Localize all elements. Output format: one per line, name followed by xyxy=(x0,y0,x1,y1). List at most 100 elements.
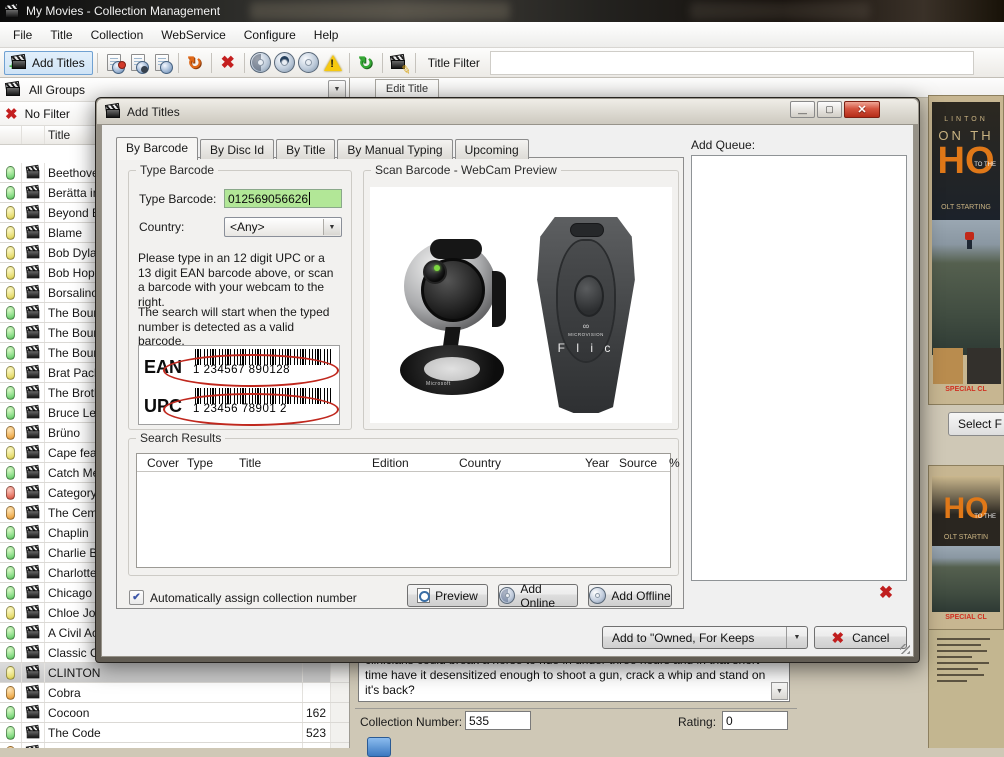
title-row[interactable]: Cobra xyxy=(0,683,349,703)
menu-title[interactable]: Title xyxy=(41,24,81,46)
add-titles-button[interactable]: + Add Titles xyxy=(4,51,93,75)
document-disc-icon[interactable] xyxy=(150,51,174,75)
menu-file[interactable]: File xyxy=(4,24,41,46)
title-row[interactable]: Conspiration193 xyxy=(0,743,349,748)
scrollbar-track[interactable] xyxy=(331,723,349,742)
status-cell xyxy=(0,643,22,662)
preview-label: Preview xyxy=(435,589,478,603)
chevron-down-icon[interactable]: ▼ xyxy=(323,219,340,235)
dvd-cover-front[interactable]: LINTON ON TH HO TO THE OLT STARTING SPEC… xyxy=(928,95,1004,405)
disc-type-icon[interactable] xyxy=(367,737,391,757)
tab-by-barcode[interactable]: By Barcode xyxy=(116,137,198,160)
disc-shaded-icon[interactable] xyxy=(249,51,273,75)
status-cell xyxy=(0,363,22,382)
delete-icon[interactable]: ✖ xyxy=(216,51,240,75)
cancel-button[interactable]: ✖ Cancel xyxy=(814,626,907,649)
country-value: <Any> xyxy=(230,220,265,234)
results-column-percent[interactable]: % xyxy=(669,456,680,470)
description-scroll-down-arrow[interactable]: ▼ xyxy=(771,682,788,700)
status-orange-icon xyxy=(6,426,15,440)
disc-icon[interactable] xyxy=(297,51,321,75)
add-queue-list[interactable] xyxy=(691,155,907,581)
add-online-button[interactable]: Add Online xyxy=(498,584,578,607)
offline-disc-icon xyxy=(589,587,606,604)
status-column-header[interactable] xyxy=(0,126,22,144)
results-column-edition[interactable]: Edition xyxy=(372,456,409,470)
barcode-input[interactable]: 012569056626 xyxy=(224,189,342,208)
refresh-green-icon[interactable]: ↻ xyxy=(354,51,378,75)
menu-configure[interactable]: Configure xyxy=(235,24,305,46)
title-row[interactable]: The Code523 xyxy=(0,723,349,743)
country-label: Country: xyxy=(139,220,184,234)
toolbar-separator xyxy=(349,53,350,73)
status-yellow-icon xyxy=(6,246,15,260)
movie-clapper-icon xyxy=(26,207,40,219)
checkbox-checked-icon[interactable]: ✔ xyxy=(129,590,144,605)
scrollbar-track[interactable] xyxy=(331,683,349,702)
status-cell xyxy=(0,203,22,222)
movie-icon-cell xyxy=(22,563,45,582)
edit-title-tab[interactable]: Edit Title xyxy=(375,79,439,98)
add-offline-button[interactable]: Add Offline xyxy=(588,584,672,607)
status-cell xyxy=(0,543,22,562)
preview-icon xyxy=(417,588,430,603)
status-green-icon xyxy=(6,526,15,540)
document-disc-dark-icon[interactable] xyxy=(126,51,150,75)
menu-help[interactable]: Help xyxy=(305,24,348,46)
results-column-source[interactable]: Source xyxy=(619,456,657,470)
search-results-list[interactable]: CoverTypeTitleEditionCountryYearSource% xyxy=(136,453,671,568)
group-label: Type Barcode xyxy=(136,163,218,177)
queue-delete-button[interactable]: ✖ xyxy=(875,583,897,603)
movie-clapper-icon xyxy=(26,507,40,519)
edit-clapper-icon[interactable]: ✎ xyxy=(387,51,411,75)
tab-by-manual-typing[interactable]: By Manual Typing xyxy=(337,139,452,159)
sync-orange-icon[interactable]: ↻ xyxy=(183,51,207,75)
document-disc-red-icon[interactable] xyxy=(102,51,126,75)
toolbar-separator xyxy=(97,53,98,73)
status-yellow-icon xyxy=(6,606,15,620)
icon-column-header[interactable] xyxy=(22,126,45,144)
movie-clapper-icon xyxy=(26,187,40,199)
minimize-button[interactable]: — xyxy=(790,101,815,118)
results-column-title[interactable]: Title xyxy=(239,456,261,470)
scrollbar-track[interactable] xyxy=(331,743,349,748)
add-to-collection-button[interactable]: Add to "Owned, For Keeps ▼ xyxy=(602,626,808,649)
add-to-dropdown-arrow[interactable]: ▼ xyxy=(786,627,807,648)
warning-icon[interactable] xyxy=(321,51,345,75)
movie-clapper-icon xyxy=(26,667,40,679)
tab-by-disc-id[interactable]: By Disc Id xyxy=(200,139,274,159)
results-column-year[interactable]: Year xyxy=(585,456,609,470)
toolbar-separator xyxy=(178,53,179,73)
results-column-country[interactable]: Country xyxy=(459,456,501,470)
maximize-button[interactable]: ▢ xyxy=(817,101,842,118)
resize-grip[interactable] xyxy=(900,644,910,654)
disc-person-icon[interactable] xyxy=(273,51,297,75)
title-row[interactable]: Cocoon162 xyxy=(0,703,349,723)
tab-by-title[interactable]: By Title xyxy=(276,139,335,159)
dvd-cover-front-lower[interactable]: HO TO THE OLT STARTIN SPECIAL CL xyxy=(928,465,1004,630)
search-results-header[interactable]: CoverTypeTitleEditionCountryYearSource% xyxy=(137,454,670,472)
collection-number-input[interactable] xyxy=(465,711,531,730)
movie-icon-cell xyxy=(22,403,45,422)
movie-icon-cell xyxy=(22,163,45,182)
scrollbar-track[interactable] xyxy=(331,703,349,722)
menu-collection[interactable]: Collection xyxy=(82,24,153,46)
results-column-cover[interactable]: Cover xyxy=(147,456,179,470)
status-yellow-icon xyxy=(6,666,15,680)
rating-input[interactable] xyxy=(722,711,788,730)
country-select[interactable]: <Any> ▼ xyxy=(224,217,342,237)
select-cover-button[interactable]: Select F xyxy=(948,412,1004,436)
title-filter-input[interactable] xyxy=(490,51,974,75)
tab-upcoming[interactable]: Upcoming xyxy=(455,139,529,159)
scrollbar-track[interactable] xyxy=(331,663,349,682)
close-button[interactable]: ✕ xyxy=(844,101,880,118)
menu-webservice[interactable]: WebService xyxy=(152,24,234,46)
auto-assign-checkbox-row[interactable]: ✔ Automatically assign collection number xyxy=(129,590,357,605)
preview-button[interactable]: Preview xyxy=(407,584,488,607)
status-cell xyxy=(0,703,22,722)
results-column-type[interactable]: Type xyxy=(187,456,213,470)
title-row[interactable]: CLINTON xyxy=(0,663,349,683)
toolbar-separator xyxy=(244,53,245,73)
webcam-image: Microsoft xyxy=(396,235,508,407)
group-label: Scan Barcode - WebCam Preview xyxy=(371,163,561,177)
